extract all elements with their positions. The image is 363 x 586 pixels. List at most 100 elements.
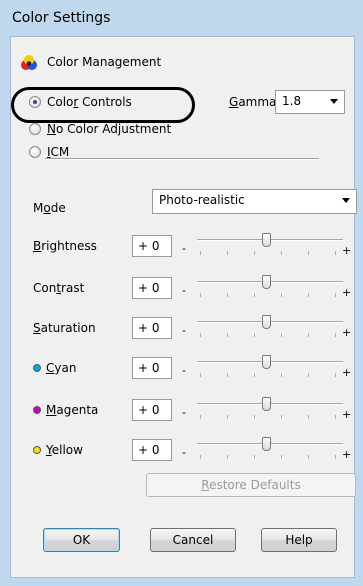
saturation-value-field[interactable]: + 0 <box>132 317 172 339</box>
slider-tick <box>200 293 201 297</box>
saturation-label: Saturation <box>33 321 96 335</box>
radio-icm-label: ICM <box>47 145 70 159</box>
cyan-minus-label: - <box>182 364 186 377</box>
separator <box>45 158 319 160</box>
chevron-down-icon <box>342 198 350 203</box>
brightness-minus-label: - <box>182 242 186 255</box>
window-title: Color Settings <box>12 10 111 26</box>
color-settings-window: Color Settings Color Management Color Co… <box>0 0 363 586</box>
highlight-ellipse <box>11 87 195 123</box>
magenta-value-field[interactable]: + 0 <box>132 399 172 421</box>
yellow-label: Yellow <box>46 443 83 457</box>
radio-button[interactable] <box>29 123 41 135</box>
cyan-color-dot-icon <box>33 364 41 372</box>
slider-tick <box>335 415 336 419</box>
mode-value: Photo-realistic <box>159 193 245 207</box>
slider-tick <box>335 251 336 255</box>
magenta-slider-thumb[interactable] <box>262 397 271 411</box>
slider-tick <box>308 373 309 377</box>
cyan-plus-label: + <box>342 366 352 379</box>
slider-tick <box>200 373 201 377</box>
restore-defaults-button[interactable]: Restore Defaults <box>146 473 356 497</box>
yellow-minus-label: - <box>182 446 186 459</box>
cancel-button[interactable]: Cancel <box>150 528 236 552</box>
slider-tick <box>281 293 282 297</box>
slider-tick <box>254 251 255 255</box>
radio-no-color-adjustment[interactable]: No Color Adjustment <box>29 121 199 139</box>
magenta-plus-label: + <box>342 408 352 421</box>
color-management-label: Color Management <box>47 55 162 69</box>
gamma-select[interactable]: 1.8 <box>275 90 345 114</box>
slider-tick <box>200 333 201 337</box>
contrast-value: + 0 <box>138 281 160 295</box>
mode-select[interactable]: Photo-realistic <box>152 189 357 214</box>
brightness-plus-label: + <box>342 244 352 257</box>
gamma-value: 1.8 <box>282 94 302 108</box>
dialog-body: Color Management Color Controls No Color… <box>10 36 357 578</box>
contrast-plus-label: + <box>342 286 352 299</box>
slider-tick <box>227 251 228 255</box>
contrast-label: Contrast <box>33 281 85 295</box>
slider-tick <box>227 293 228 297</box>
help-button[interactable]: Help <box>261 528 337 552</box>
slider-tick <box>335 333 336 337</box>
slider-tick <box>254 455 255 459</box>
brightness-value: + 0 <box>138 239 160 253</box>
ok-button[interactable]: OK <box>43 528 120 552</box>
saturation-value: + 0 <box>138 321 160 335</box>
cyan-value: + 0 <box>138 361 160 375</box>
slider-tick <box>281 455 282 459</box>
slider-tick <box>335 293 336 297</box>
slider-tick <box>200 415 201 419</box>
slider-tick <box>281 415 282 419</box>
cyan-slider-thumb[interactable] <box>262 355 271 369</box>
slider-tick <box>227 333 228 337</box>
saturation-plus-label: + <box>342 326 352 339</box>
slider-tick <box>308 251 309 255</box>
yellow-plus-label: + <box>342 448 352 461</box>
radio-no-color-adjustment-label: No Color Adjustment <box>47 122 172 136</box>
slider-tick <box>281 251 282 255</box>
magenta-label: Magenta <box>46 403 99 417</box>
magenta-color-dot-icon <box>33 406 41 414</box>
slider-tick <box>254 333 255 337</box>
slider-tick <box>200 455 201 459</box>
saturation-slider-thumb[interactable] <box>262 315 271 329</box>
slider-tick <box>200 251 201 255</box>
magenta-minus-label: - <box>182 406 186 419</box>
yellow-slider-thumb[interactable] <box>262 437 271 451</box>
slider-tick <box>308 293 309 297</box>
chevron-down-icon <box>330 99 338 104</box>
title-bar[interactable]: Color Settings <box>0 0 363 36</box>
slider-tick <box>227 415 228 419</box>
contrast-minus-label: - <box>182 284 186 297</box>
magenta-value: + 0 <box>138 403 160 417</box>
slider-tick <box>254 293 255 297</box>
contrast-slider-thumb[interactable] <box>262 275 271 289</box>
slider-tick <box>335 373 336 377</box>
slider-tick <box>281 373 282 377</box>
slider-tick <box>335 455 336 459</box>
brightness-label: Brightness <box>33 239 97 253</box>
saturation-minus-label: - <box>182 324 186 337</box>
slider-tick <box>308 455 309 459</box>
slider-tick <box>254 373 255 377</box>
cyan-label: Cyan <box>46 361 77 375</box>
color-management-icon <box>21 55 37 70</box>
slider-tick <box>308 415 309 419</box>
brightness-slider-thumb[interactable] <box>262 233 271 247</box>
cyan-value-field[interactable]: + 0 <box>132 357 172 379</box>
contrast-value-field[interactable]: + 0 <box>132 277 172 299</box>
yellow-value-field[interactable]: + 0 <box>132 439 172 461</box>
yellow-value: + 0 <box>138 443 160 457</box>
slider-tick <box>254 415 255 419</box>
brightness-value-field[interactable]: + 0 <box>132 235 172 257</box>
slider-tick <box>227 373 228 377</box>
gamma-label: Gamma <box>229 95 277 109</box>
mode-label: Mode <box>33 201 66 215</box>
yellow-color-dot-icon <box>33 446 41 454</box>
radio-button[interactable] <box>29 146 41 158</box>
slider-tick <box>308 333 309 337</box>
slider-tick <box>281 333 282 337</box>
slider-tick <box>227 455 228 459</box>
